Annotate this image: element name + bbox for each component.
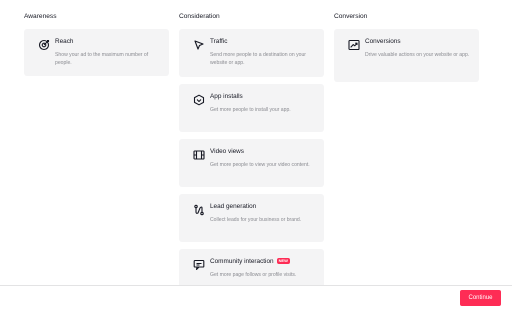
card-title: Community interaction NEW (210, 258, 290, 265)
trend-chart-icon (348, 38, 360, 51)
card-title: App installs (210, 93, 243, 100)
card-description: Get more people to view your video conte… (210, 162, 310, 168)
objective-card-reach[interactable]: Reach Show your ad to the maximum number… (24, 29, 169, 76)
objective-card-lead-generation[interactable]: Lead generation Collect leads for your b… (179, 194, 324, 242)
new-badge: NEW (276, 258, 290, 264)
objective-card-traffic[interactable]: Traffic Send more people to a destinatio… (179, 29, 324, 77)
card-title: Traffic (210, 38, 228, 45)
film-icon (193, 148, 205, 160)
objective-card-app-installs[interactable]: App installs Get more people to install … (179, 84, 324, 132)
objective-card-video-views[interactable]: Video views Get more people to view your… (179, 139, 324, 187)
column-title-consideration: Consideration (179, 13, 220, 20)
card-description: Send more people to a destination on you… (210, 52, 306, 67)
card-description: Get more page follows or profile visits. (210, 272, 297, 278)
funnel-path-icon (193, 203, 205, 216)
card-title-text: Community interaction (210, 258, 274, 265)
target-icon (38, 38, 50, 51)
card-title: Conversions (365, 38, 401, 45)
app-box-icon (193, 93, 205, 106)
objective-card-conversions[interactable]: Conversions Drive valuable actions on yo… (334, 29, 479, 82)
objective-card-community-interaction[interactable]: Community interaction NEW Get more page f… (179, 249, 324, 289)
column-title-awareness: Awareness (24, 13, 57, 20)
card-title: Video views (210, 148, 244, 155)
card-description: Show your ad to the maximum number of pe… (55, 52, 149, 67)
cursor-arrow-icon (193, 38, 205, 50)
continue-button[interactable]: Continue (460, 290, 501, 306)
card-title: Reach (55, 38, 74, 45)
community-icon (193, 258, 205, 271)
footer-bar (0, 285, 512, 312)
card-description: Drive valuable actions on your website o… (365, 52, 470, 58)
card-description: Collect leads for your business or brand… (210, 217, 302, 223)
column-title-conversion: Conversion (334, 13, 368, 20)
card-description: Get more people to install your app. (210, 107, 291, 113)
card-title: Lead generation (210, 203, 257, 210)
